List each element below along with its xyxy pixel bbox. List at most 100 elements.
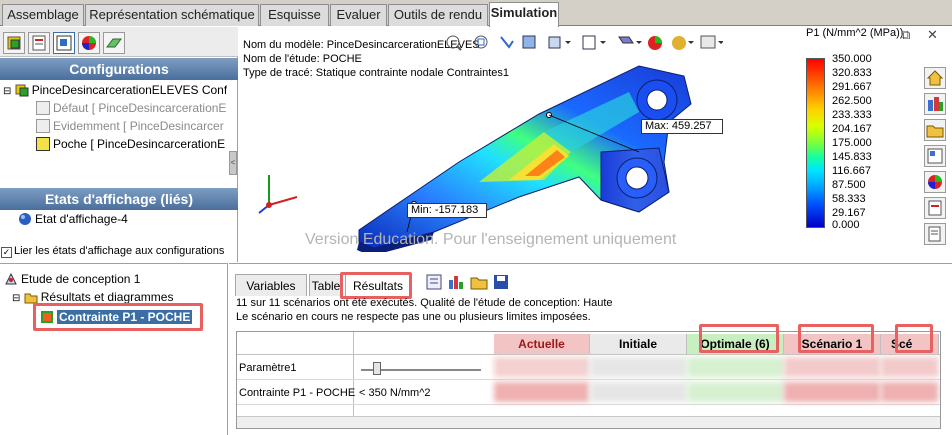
collapse-toggle-icon[interactable]: ⊟ [12, 293, 20, 304]
save-icon[interactable] [494, 275, 508, 289]
view-palette-icon[interactable] [924, 145, 946, 167]
results-grid: Actuelle Initiale Optimale (6) Scénario … [236, 331, 941, 429]
configuration-icon [56, 35, 72, 51]
tab-assemblage[interactable]: Assemblage [2, 4, 84, 26]
legend-value: 233.333 [832, 109, 872, 121]
tab-table[interactable]: Table [309, 274, 343, 296]
command-manager-tabs: Assemblage Représentation schématique Es… [0, 0, 952, 27]
active-configuration-icon [36, 137, 50, 151]
legend-value: 350.000 [832, 53, 872, 65]
cell-obscured [784, 382, 881, 402]
graph-results-icon[interactable] [449, 276, 463, 289]
section-view-icon[interactable] [522, 35, 536, 49]
tab-representation-schematique[interactable]: Représentation schématique [85, 4, 259, 26]
selected-result-item[interactable]: Contrainte P1 - POCHE [40, 307, 196, 327]
configurations-header: Configurations [0, 58, 238, 80]
slider-thumb[interactable] [373, 362, 381, 375]
orientation-triad [258, 175, 298, 214]
tree-root-assembly[interactable]: ⊟ PinceDesincarcerationELEVES Confi [3, 82, 227, 98]
legend-value: 320.833 [832, 67, 872, 79]
home-icon[interactable] [924, 67, 946, 89]
tab-evaluer[interactable]: Evaluer [330, 4, 387, 26]
close-window-icon[interactable]: ✕ [927, 27, 938, 43]
study-toolbar [426, 274, 508, 290]
tab-variables[interactable]: Variables [235, 274, 307, 296]
legend-value: 262.500 [832, 95, 872, 107]
design-library-icon[interactable] [924, 93, 946, 115]
panel-splitter-handle[interactable]: < [229, 151, 237, 175]
legend-value: 0.000 [832, 219, 860, 231]
configuration-manager-tab[interactable] [53, 32, 75, 54]
zoom-to-area-icon[interactable] [474, 35, 488, 49]
tile-windows-icon[interactable]: ⧉ [901, 27, 910, 43]
row-label-parametre1: Paramètre1 [239, 362, 297, 374]
tab-esquisse[interactable]: Esquisse [260, 4, 329, 26]
legend-value: 175.000 [832, 137, 872, 149]
label-column-separator [353, 332, 354, 428]
link-display-states-option[interactable]: ✓ Lier les états d'affichage aux configur… [1, 243, 237, 259]
hide-show-icon[interactable] [618, 36, 642, 44]
previous-view-icon[interactable] [500, 36, 514, 49]
graphics-area[interactable]: Nom du modèle: PinceDesincarcerationELEV… [239, 27, 952, 262]
custom-properties-icon[interactable] [924, 197, 946, 219]
parameter-slider[interactable] [361, 362, 486, 376]
legend-value: 87.500 [832, 179, 866, 191]
open-folder-icon[interactable] [470, 277, 488, 290]
zoom-to-fit-icon[interactable] [446, 35, 462, 51]
simulation-mesh-icon [106, 38, 122, 48]
results-folder[interactable]: ⊟ Résultats et diagrammes [12, 289, 222, 305]
edit-appearance-icon[interactable] [648, 36, 662, 50]
display-state-sphere-icon [19, 213, 31, 225]
view-toolbar [443, 33, 724, 53]
study-root[interactable]: Etude de conception 1 [4, 271, 224, 287]
view-orientation-icon[interactable] [548, 36, 571, 49]
view-settings-icon[interactable] [700, 35, 724, 49]
col-scenario-next: Scé [881, 334, 939, 354]
constraint-limit-text: < 350 N/mm^2 [359, 387, 431, 399]
appearance-manager-tab[interactable] [78, 32, 100, 54]
display-state-item[interactable]: Etat d'affichage-4 [18, 211, 218, 227]
legend-value: 58.333 [832, 193, 866, 205]
configuration-item-icon [36, 119, 50, 133]
cell-obscured [687, 382, 784, 402]
documents-icon[interactable] [924, 223, 946, 245]
col-initiale: Initiale [590, 334, 687, 354]
legend-value: 116.667 [832, 165, 871, 177]
tab-resultats[interactable]: Résultats [345, 274, 411, 296]
horizontal-scrollbar[interactable] [237, 416, 940, 428]
feature-manager-tab[interactable] [3, 32, 25, 54]
file-explorer-icon[interactable] [924, 119, 946, 141]
collapse-toggle-icon[interactable]: ⊟ [3, 86, 11, 97]
apply-scene-icon[interactable] [672, 36, 694, 50]
display-style-icon[interactable] [582, 35, 606, 50]
row-separator [237, 404, 940, 405]
limit-warning-message: Le scénario en cours ne respecte pas une… [236, 311, 591, 323]
config-poche[interactable]: Poche [ PinceDesincarcerationE [36, 136, 228, 152]
design-study-panel: Variables Table Résultats 11 sur 11 scén… [229, 263, 952, 435]
tab-outils-de-rendu[interactable]: Outils de rendu [388, 4, 488, 26]
max-value-probe[interactable]: Max: 459.257 [641, 119, 723, 134]
simulation-manager-tab[interactable] [103, 32, 125, 54]
col-actuelle: Actuelle [494, 334, 590, 354]
legend-value: 291.667 [832, 81, 872, 93]
property-manager-tab[interactable] [28, 32, 50, 54]
cell-obscured [687, 357, 784, 377]
config-evidemment[interactable]: Evidemment [ PinceDesincarcer [36, 118, 228, 134]
scenario-status-message: 11 sur 11 scénarios ont été exécutés. Qu… [236, 297, 613, 309]
configuration-item-icon [36, 101, 50, 115]
legend-value: 204.167 [832, 123, 872, 135]
education-watermark: Version Education. Pour l'enseignement u… [305, 231, 677, 248]
appearances-scenes-icon[interactable] [924, 171, 946, 193]
min-value-probe[interactable]: Min: -157.183 [407, 203, 487, 218]
task-pane-tabs [924, 67, 948, 249]
design-study-icon [5, 272, 17, 285]
design-study-tree: Etude de conception 1 ⊟ Résultats et dia… [0, 263, 228, 435]
feature-tree-icon [7, 36, 21, 50]
config-defaut[interactable]: Défaut [ PinceDesincarcerationE [36, 100, 228, 116]
tab-simulation[interactable]: Simulation [489, 2, 559, 27]
link-display-states-checkbox[interactable]: ✓ [1, 247, 12, 258]
run-study-icon[interactable] [426, 274, 442, 290]
legend-title: P1 (N/mm^2 (MPa)) [806, 27, 904, 39]
stress-plot-model[interactable] [339, 52, 809, 252]
results-folder-icon [24, 293, 38, 304]
